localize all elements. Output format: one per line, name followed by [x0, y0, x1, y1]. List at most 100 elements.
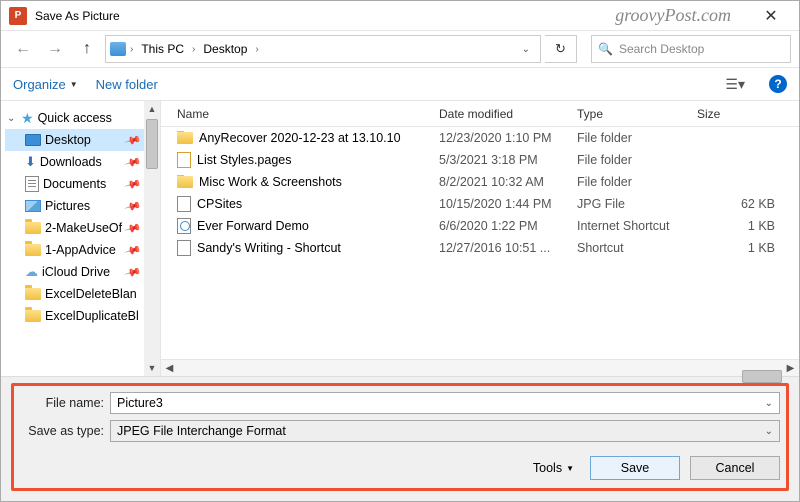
search-input[interactable]: 🔍 Search Desktop — [591, 35, 791, 63]
file-type: JPG File — [577, 197, 697, 211]
file-name: Sandy's Writing - Shortcut — [197, 241, 341, 255]
scroll-left-icon[interactable]: ◀ — [161, 363, 178, 374]
pin-icon: 📌 — [124, 241, 142, 259]
file-row[interactable]: Misc Work & Screenshots8/2/2021 10:32 AM… — [161, 171, 799, 193]
column-name[interactable]: Name — [161, 107, 439, 121]
sidebar-item-label: ExcelDeleteBlan — [45, 287, 137, 301]
toolbar: Organize ▼ New folder ☰▾ ? — [1, 67, 799, 101]
filename-input[interactable]: Picture3 ⌄ — [110, 392, 780, 414]
address-segment-desktop[interactable]: Desktop — [199, 42, 251, 56]
file-row[interactable]: AnyRecover 2020-12-23 at 13.10.1012/23/2… — [161, 127, 799, 149]
close-button[interactable]: ✕ — [751, 2, 791, 30]
column-type[interactable]: Type — [577, 107, 697, 121]
file-name: CPSites — [197, 197, 242, 211]
sidebar-item-desktop[interactable]: Desktop 📌 — [5, 129, 160, 151]
address-dropdown-icon[interactable]: ⌄ — [516, 44, 536, 55]
chevron-down-icon[interactable]: ⌄ — [765, 426, 773, 437]
sidebar-item-icloud-drive[interactable]: ☁iCloud Drive📌 — [5, 261, 160, 283]
file-type: File folder — [577, 175, 697, 189]
sidebar-item-label: Downloads — [40, 155, 102, 169]
sidebar-item-pictures[interactable]: Pictures📌 — [5, 195, 160, 217]
column-date[interactable]: Date modified — [439, 107, 577, 121]
sidebar-item-label: Documents — [43, 177, 106, 191]
drive-icon — [110, 42, 126, 56]
sidebar-item-1-appadvice[interactable]: 1-AppAdvice 📌 — [5, 239, 160, 261]
view-options-button[interactable]: ☰▾ — [719, 74, 751, 95]
file-list-pane: Name Date modified Type Size AnyRecover … — [161, 101, 799, 376]
column-headers: Name Date modified Type Size — [161, 101, 799, 127]
sidebar-item-label: 1-AppAdvice — [45, 243, 116, 257]
file-type: File folder — [577, 153, 697, 167]
pin-icon: 📌 — [124, 131, 142, 149]
pin-icon: 📌 — [124, 175, 142, 193]
sidebar-item-label: iCloud Drive — [42, 265, 110, 279]
file-row[interactable]: CPSites 10/15/2020 1:44 PMJPG File62 KB — [161, 193, 799, 215]
watermark-text: groovyPost.com — [615, 5, 731, 26]
navigation-tree: ⌄ ★ Quick access Desktop📌⬇Downloads📌Docu… — [1, 101, 161, 376]
chevron-down-icon[interactable]: ⌄ — [765, 398, 773, 409]
sidebar-item-label: Desktop — [45, 133, 91, 147]
back-button[interactable]: ← — [9, 35, 37, 63]
file-rows: AnyRecover 2020-12-23 at 13.10.1012/23/2… — [161, 127, 799, 359]
scroll-up-icon[interactable]: ▲ — [144, 101, 160, 117]
horizontal-scrollbar[interactable]: ◀ ▶ — [161, 359, 799, 376]
scroll-down-icon[interactable]: ▼ — [144, 360, 160, 376]
file-type: Internet Shortcut — [577, 219, 697, 233]
hscroll-thumb[interactable] — [742, 370, 782, 383]
filename-value: Picture3 — [117, 396, 163, 410]
shortcut-icon — [177, 240, 191, 256]
file-name: Ever Forward Demo — [197, 219, 309, 233]
sidebar-item-documents[interactable]: Documents 📌 — [5, 173, 160, 195]
column-size[interactable]: Size — [697, 107, 799, 121]
downloads-icon: ⬇ — [25, 154, 36, 170]
sidebar-item-exceldeleteblan[interactable]: ExcelDeleteBlan — [5, 283, 160, 305]
sidebar-item-excelduplicatebl[interactable]: ExcelDuplicateBl — [5, 305, 160, 327]
star-icon: ★ — [21, 110, 34, 127]
address-segment-thispc[interactable]: This PC — [137, 42, 188, 56]
save-as-dialog: P Save As Picture groovyPost.com ✕ ← → ↑… — [0, 0, 800, 502]
cloud-icon: ☁ — [25, 264, 38, 280]
file-size: 62 KB — [697, 197, 799, 211]
sidebar-item-2-makeuseof[interactable]: 2-MakeUseOf📌 — [5, 217, 160, 239]
chevron-right-icon[interactable]: › — [130, 44, 133, 55]
file-row[interactable]: Sandy's Writing - Shortcut12/27/2016 10:… — [161, 237, 799, 259]
file-size: 1 KB — [697, 241, 799, 255]
sidebar-item-label: 2-MakeUseOf — [45, 221, 122, 235]
organize-label: Organize — [13, 77, 66, 92]
refresh-button[interactable]: ↻ — [545, 35, 577, 63]
caret-down-icon[interactable]: ⌄ — [7, 113, 17, 124]
file-type: File folder — [577, 131, 697, 145]
tree-quick-access[interactable]: ⌄ ★ Quick access — [5, 107, 160, 129]
file-row[interactable]: List Styles.pages5/3/2021 3:18 PMFile fo… — [161, 149, 799, 171]
help-button[interactable]: ? — [769, 75, 787, 93]
navigation-row: ← → ↑ › This PC › Desktop › ⌄ ↻ 🔍 Search… — [1, 31, 799, 67]
file-row[interactable]: Ever Forward Demo6/6/2020 1:22 PMInterne… — [161, 215, 799, 237]
organize-button[interactable]: Organize ▼ — [13, 77, 78, 92]
address-bar[interactable]: › This PC › Desktop › ⌄ — [105, 35, 541, 63]
sidebar-item-label: Pictures — [45, 199, 90, 213]
cancel-button[interactable]: Cancel — [690, 456, 780, 480]
folder-icon — [177, 176, 193, 188]
tools-button[interactable]: Tools ▼ — [533, 461, 574, 475]
save-label: Save — [621, 461, 650, 475]
file-size: 1 KB — [697, 219, 799, 233]
filename-label: File name: — [20, 396, 104, 410]
documents-icon — [25, 176, 39, 192]
desktop-icon — [25, 134, 41, 146]
file-date: 10/15/2020 1:44 PM — [439, 197, 577, 211]
chevron-right-icon[interactable]: › — [255, 44, 258, 55]
scroll-right-icon[interactable]: ▶ — [782, 363, 799, 374]
chevron-right-icon[interactable]: › — [192, 44, 195, 55]
saveastype-select[interactable]: JPEG File Interchange Format ⌄ — [110, 420, 780, 442]
titlebar: P Save As Picture groovyPost.com ✕ — [1, 1, 799, 31]
scroll-thumb[interactable] — [146, 119, 158, 169]
new-folder-button[interactable]: New folder — [96, 77, 158, 92]
sidebar-item-downloads[interactable]: ⬇Downloads📌 — [5, 151, 160, 173]
saveastype-label: Save as type: — [20, 424, 104, 438]
up-button[interactable]: ↑ — [73, 35, 101, 63]
save-button[interactable]: Save — [590, 456, 680, 480]
search-placeholder: Search Desktop — [619, 42, 704, 56]
folder-icon — [177, 132, 193, 144]
tree-scrollbar[interactable]: ▲ ▼ — [144, 101, 160, 376]
folder-icon — [25, 288, 41, 300]
